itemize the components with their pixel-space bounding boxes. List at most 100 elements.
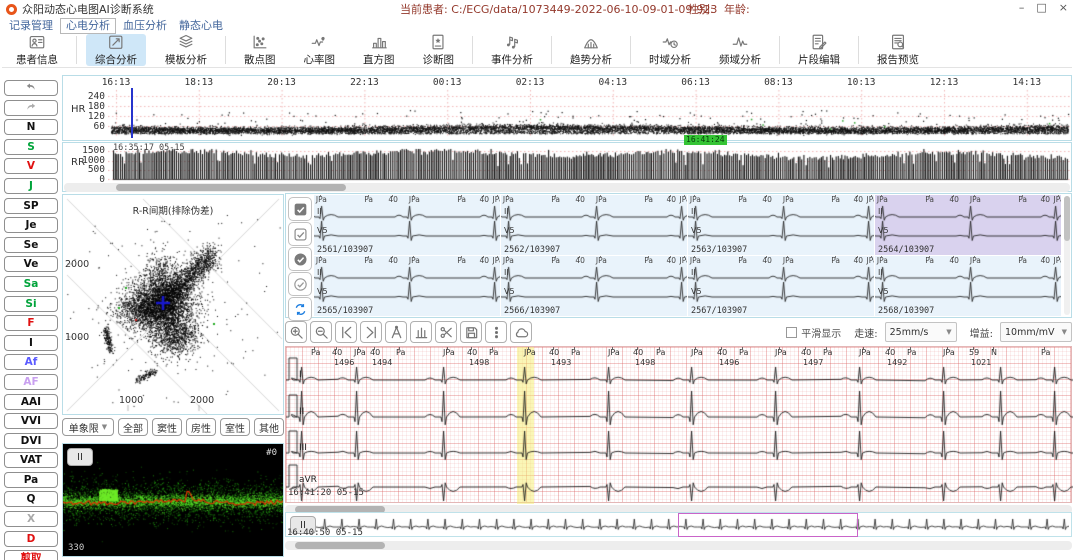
rr-trend-chart[interactable] [108, 145, 1070, 181]
beat-I-button[interactable]: I [4, 335, 58, 351]
measure-button[interactable] [435, 321, 457, 343]
template-cell[interactable]: JPaPa40JPaPa40JPaIIV52563/103907 [688, 195, 874, 255]
patient-info-button[interactable]: 患者信息 [7, 34, 67, 66]
filter-ventricular[interactable]: 室性 [220, 418, 250, 436]
zoom-out-button[interactable] [310, 321, 332, 343]
event-analysis-button[interactable]: 事件分析 [482, 34, 542, 66]
beat-J-button[interactable]: J [4, 178, 58, 194]
quadrant-select[interactable]: 单象限 ▼ [62, 418, 114, 436]
beat-F-button[interactable]: F [4, 315, 58, 331]
gain-select[interactable]: 10mm/mV▼ [1000, 322, 1072, 342]
beat-Je-button[interactable]: Je [4, 217, 58, 233]
menu-item-3[interactable]: 静态心电 [174, 19, 228, 33]
template-cell[interactable]: JPaPa40JPaPa40JPaIIV52561/103907 [314, 195, 500, 255]
template-scrollbar-thumb[interactable] [1064, 196, 1070, 241]
beat-S-button[interactable]: S [4, 139, 58, 155]
overlay-chart[interactable] [63, 444, 283, 556]
rhythm-scrollbar[interactable] [285, 541, 1072, 550]
template-lead-label: V5 [504, 226, 515, 235]
beat-D-button[interactable]: D [4, 531, 58, 547]
menu-item-1[interactable]: 心电分析 [60, 18, 116, 34]
report-preview-icon [889, 33, 907, 51]
template-cell[interactable]: JPaPa40JPaPa40JPaIIV52564/103907 [875, 195, 1061, 255]
beat-annotation: 40 [1041, 256, 1051, 265]
beat-Ve-button[interactable]: Ve [4, 256, 58, 272]
sync-button[interactable] [288, 297, 312, 321]
beat-annotation: 40 [467, 348, 477, 357]
beat-AF-button[interactable]: AF [4, 374, 58, 390]
caliper-button[interactable] [385, 321, 407, 343]
cut-button[interactable]: 剪取 [4, 550, 58, 560]
prev-beat-button[interactable] [335, 321, 357, 343]
save-strip-button[interactable] [460, 321, 482, 343]
beat-N-button[interactable]: N [4, 119, 58, 135]
template-scrollbar[interactable] [1064, 196, 1070, 315]
hr-trend-chart[interactable] [108, 88, 1070, 140]
beat-X-button[interactable]: X [4, 511, 58, 527]
rr-scrollbar-thumb[interactable] [116, 184, 346, 191]
chk-cir-outline-button[interactable] [288, 272, 312, 296]
beat-DVI-button[interactable]: DVI [4, 433, 58, 449]
chk-sq-filled-button[interactable] [288, 197, 312, 221]
beat-VAT-button[interactable]: VAT [4, 452, 58, 468]
ecg-waveforms[interactable] [286, 347, 1073, 504]
smooth-display-toggle[interactable]: 平滑显示 [786, 325, 841, 340]
overlay-lead-button[interactable]: II [67, 448, 93, 466]
frequency-domain-button[interactable]: 频域分析 [710, 34, 770, 66]
comprehensive-analysis-button[interactable]: 综合分析 [86, 34, 146, 66]
hr-time-tick: 08:13 [764, 77, 793, 88]
beat-Pa-button[interactable]: Pa [4, 472, 58, 488]
segment-edit-button[interactable]: 片段编辑 [789, 34, 849, 66]
template-cell[interactable]: JPaPa40JPaPa40JPaIIV52567/103907 [688, 256, 874, 316]
zoom-in-button[interactable] [285, 321, 307, 343]
close-button[interactable]: × [1059, 1, 1068, 14]
ruler-button[interactable] [410, 321, 432, 343]
beat-SP-button[interactable]: SP [4, 198, 58, 214]
beat-AAI-button[interactable]: AAI [4, 394, 58, 410]
minimize-button[interactable]: – [1019, 1, 1025, 14]
rhythm-selection-box[interactable] [678, 513, 858, 537]
beat-annotation: Pa [396, 348, 405, 357]
redo-button[interactable] [4, 100, 58, 116]
beat-Sa-button[interactable]: Sa [4, 276, 58, 292]
speed-select[interactable]: 25mm/s▼ [885, 322, 957, 342]
template-cell[interactable]: JPaPa40JPaPa40JPaIIV52565/103907 [314, 256, 500, 316]
rr-scrollbar[interactable] [64, 183, 1070, 192]
chk-sq-outline-button[interactable] [288, 222, 312, 246]
undo-button[interactable] [4, 80, 58, 96]
report-preview-button[interactable]: 报告预览 [868, 34, 928, 66]
filter-all[interactable]: 全部 [118, 418, 148, 436]
cloud-button[interactable] [510, 321, 532, 343]
maximize-button[interactable]: □ [1036, 1, 1046, 14]
more-button[interactable] [485, 321, 507, 343]
heart-rate-button[interactable]: 心率图 [295, 34, 345, 66]
chk-cir-filled-button[interactable] [288, 247, 312, 271]
beat-V-button[interactable]: V [4, 158, 58, 174]
rr-scatter-chart[interactable] [63, 195, 283, 414]
rhythm-scrollbar-thumb[interactable] [295, 542, 385, 549]
beat-VVI-button[interactable]: VVI [4, 413, 58, 429]
filter-other[interactable]: 其他 [254, 418, 284, 436]
smooth-checkbox[interactable] [786, 327, 797, 338]
template-cell[interactable]: JPaPa40JPaPa40JPaIIV52568/103907 [875, 256, 1061, 316]
beat-Q-button[interactable]: Q [4, 491, 58, 507]
filter-sinus[interactable]: 窦性 [152, 418, 182, 436]
template-cell[interactable]: JPaPa40JPaPa40JPaIIV52566/103907 [501, 256, 687, 316]
menu-item-2[interactable]: 血压分析 [118, 19, 172, 33]
next-beat-button[interactable] [360, 321, 382, 343]
rr-interval-value: 1021 [971, 358, 991, 367]
beat-Se-button[interactable]: Se [4, 237, 58, 253]
scatter-plot-button[interactable]: 散点图 [235, 34, 285, 66]
trend-analysis-button[interactable]: 趋势分析 [561, 34, 621, 66]
template-analysis-button[interactable]: 模板分析 [156, 34, 216, 66]
beat-Si-button[interactable]: Si [4, 296, 58, 312]
template-cell[interactable]: JPaPa40JPaPa40JPaIIV52562/103907 [501, 195, 687, 255]
diagnosis-chart-button[interactable]: 诊断图 [414, 34, 464, 66]
time-cursor[interactable] [131, 88, 133, 138]
filter-atrial[interactable]: 房性 [186, 418, 216, 436]
menu-item-0[interactable]: 记录管理 [4, 19, 58, 33]
time-domain-button[interactable]: 时域分析 [640, 34, 700, 66]
histogram-button[interactable]: 直方图 [354, 34, 404, 66]
beat-Af-button[interactable]: Af [4, 354, 58, 370]
template-lead-label: II [878, 268, 883, 277]
